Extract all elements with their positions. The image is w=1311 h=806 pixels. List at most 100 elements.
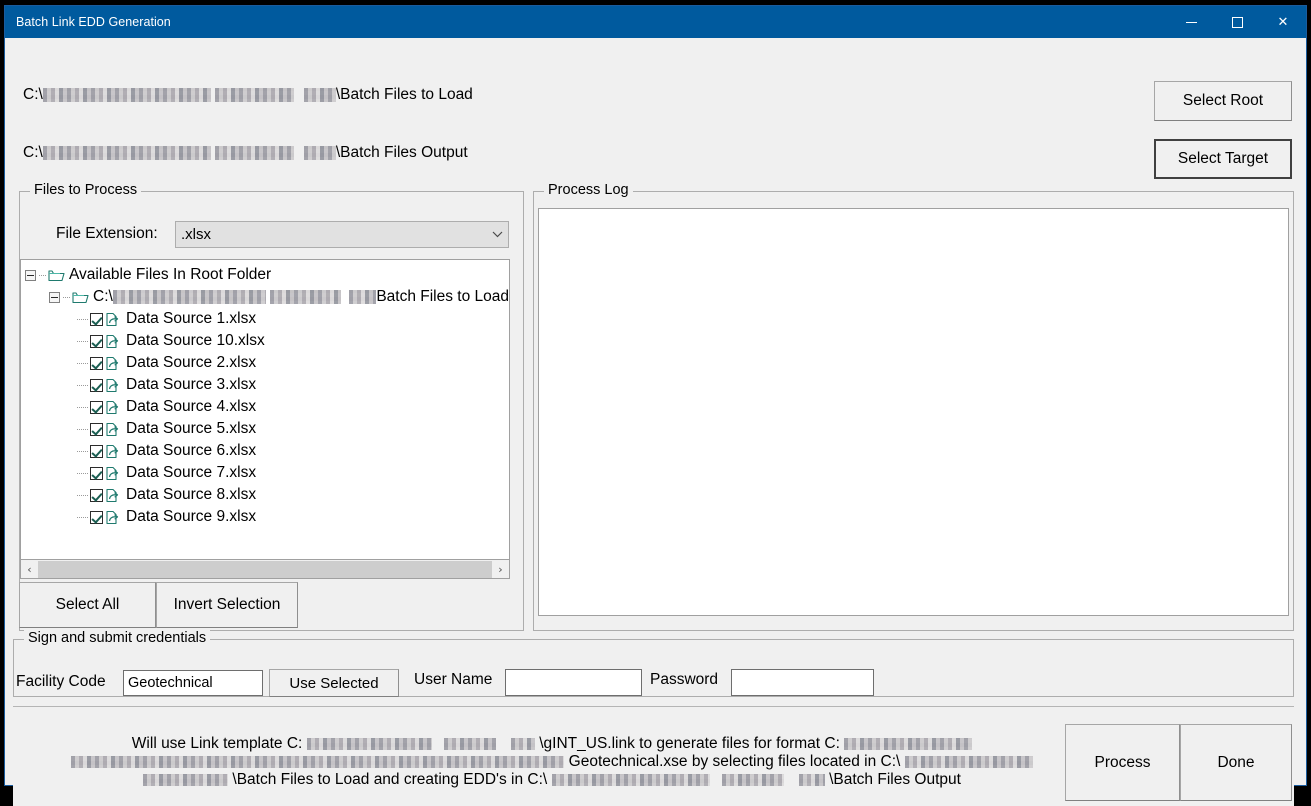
shortcut-file-icon (105, 312, 121, 327)
facility-code-input[interactable]: Geotechnical (123, 670, 263, 696)
summary-line3-suffix: \Batch Files Output (829, 771, 961, 788)
redacted-path-segment (270, 290, 342, 304)
file-name-label: Data Source 2.xlsx (126, 355, 256, 371)
facility-code-label: Facility Code (16, 673, 106, 691)
redacted-path-segment (905, 756, 1033, 768)
done-button[interactable]: Done (1180, 724, 1292, 801)
file-name-label: Data Source 8.xlsx (126, 487, 256, 503)
redacted-path-segment (113, 290, 266, 304)
tree-connector-line (77, 363, 89, 364)
file-name-label: Data Source 1.xlsx (126, 311, 256, 327)
file-name-label: Data Source 5.xlsx (126, 421, 256, 437)
shortcut-file-icon (105, 466, 121, 481)
tree-connector-line (77, 517, 89, 518)
minimize-icon (1186, 22, 1197, 23)
tree-connector-line (77, 341, 89, 342)
process-log-title: Process Log (544, 182, 633, 198)
file-checkbox[interactable] (90, 423, 103, 436)
tree-node-file[interactable]: Data Source 5.xlsx (21, 418, 509, 440)
user-name-input[interactable] (505, 669, 642, 696)
tree-node-file[interactable]: Data Source 1.xlsx (21, 308, 509, 330)
file-name-label: Data Source 6.xlsx (126, 443, 256, 459)
close-button[interactable]: ✕ (1260, 6, 1306, 38)
file-tree-panel[interactable]: Available Files In Root Folder C:\ (20, 259, 510, 560)
scroll-left-arrow-icon[interactable]: ‹ (21, 561, 38, 578)
redacted-path-segment (799, 774, 825, 786)
title-bar: Batch Link EDD Generation ✕ (5, 6, 1306, 38)
password-label: Password (650, 671, 718, 689)
file-checkbox[interactable] (90, 489, 103, 502)
select-all-button[interactable]: Select All (19, 582, 156, 628)
shortcut-file-icon (105, 356, 121, 371)
minimize-button[interactable] (1168, 6, 1214, 38)
tree-node-file[interactable]: Data Source 4.xlsx (21, 396, 509, 418)
tree-node-file[interactable]: Data Source 2.xlsx (21, 352, 509, 374)
tree-node-root[interactable]: Available Files In Root Folder (21, 264, 509, 286)
root-path-suffix: \Batch Files to Load (336, 86, 473, 104)
use-selected-button[interactable]: Use Selected (269, 669, 399, 697)
redacted-path-segment (43, 146, 211, 160)
file-checkbox[interactable] (90, 401, 103, 414)
process-log-textarea[interactable] (538, 208, 1289, 616)
target-path-suffix: \Batch Files Output (336, 144, 468, 162)
file-checkbox[interactable] (90, 313, 103, 326)
summary-line-1: Will use Link template C: \gINT_US.link … (47, 735, 1057, 753)
maximize-button[interactable] (1214, 6, 1260, 38)
tree-folder-prefix: C:\ (93, 289, 113, 305)
collapse-expander-icon[interactable] (49, 292, 60, 303)
client-area: C:\ \Batch Files to Load C:\ \Batch File… (5, 38, 1306, 785)
summary-line3-text: \Batch Files to Load and creating EDD's … (232, 771, 547, 788)
file-checkbox[interactable] (90, 467, 103, 480)
tree-node-file[interactable]: Data Source 10.xlsx (21, 330, 509, 352)
redacted-path-segment (215, 88, 294, 102)
tree-connector-line (39, 275, 47, 276)
file-extension-dropdown[interactable]: .xlsx (175, 221, 509, 248)
tree-horizontal-scrollbar[interactable]: ‹ › (20, 560, 510, 579)
user-name-label: User Name (414, 671, 492, 689)
caption-button-group: ✕ (1168, 6, 1306, 38)
file-name-label: Data Source 10.xlsx (126, 333, 265, 349)
file-checkbox[interactable] (90, 357, 103, 370)
tree-connector-line (63, 297, 71, 298)
file-row-container: Data Source 1.xlsx Data Source 10.xlsx Dat… (21, 308, 509, 528)
select-root-button[interactable]: Select Root (1154, 81, 1292, 121)
close-icon: ✕ (1278, 16, 1289, 29)
redacted-path-segment (304, 88, 336, 102)
invert-selection-button[interactable]: Invert Selection (156, 582, 298, 628)
file-checkbox[interactable] (90, 511, 103, 524)
app-window: Batch Link EDD Generation ✕ C:\ \Batch F… (4, 5, 1307, 786)
tree-folder-suffix: Batch Files to Load (376, 289, 509, 305)
shortcut-file-icon (105, 422, 121, 437)
tree-connector-line (77, 495, 89, 496)
file-checkbox[interactable] (90, 445, 103, 458)
redacted-path-segment (444, 738, 496, 750)
tree-node-file[interactable]: Data Source 3.xlsx (21, 374, 509, 396)
tree-node-file[interactable]: Data Source 8.xlsx (21, 484, 509, 506)
redacted-path-segment (304, 146, 336, 160)
summary-line-3: \Batch Files to Load and creating EDD's … (47, 771, 1057, 789)
file-checkbox[interactable] (90, 379, 103, 392)
redacted-path-segment (552, 774, 710, 786)
process-button[interactable]: Process (1065, 724, 1180, 801)
file-checkbox[interactable] (90, 335, 103, 348)
tree-node-file[interactable]: Data Source 9.xlsx (21, 506, 509, 528)
redacted-path-segment (511, 738, 535, 750)
tree-node-folder[interactable]: C:\ Batch Files to Load (21, 286, 509, 308)
redacted-path-segment (844, 738, 972, 750)
file-name-label: Data Source 7.xlsx (126, 465, 256, 481)
open-folder-icon (72, 290, 89, 305)
tree-connector-line (77, 429, 89, 430)
redacted-path-segment (71, 756, 564, 768)
tree-connector-line (77, 319, 89, 320)
password-input[interactable] (731, 669, 874, 696)
shortcut-file-icon (105, 488, 121, 503)
scrollbar-thumb[interactable] (38, 561, 492, 578)
scroll-right-arrow-icon[interactable]: › (492, 561, 509, 578)
shortcut-file-icon (105, 400, 121, 415)
collapse-expander-icon[interactable] (25, 270, 36, 281)
redacted-path-segment (349, 290, 376, 304)
select-target-button[interactable]: Select Target (1154, 139, 1292, 179)
tree-node-file[interactable]: Data Source 6.xlsx (21, 440, 509, 462)
chevron-down-icon (486, 231, 508, 238)
tree-node-file[interactable]: Data Source 7.xlsx (21, 462, 509, 484)
